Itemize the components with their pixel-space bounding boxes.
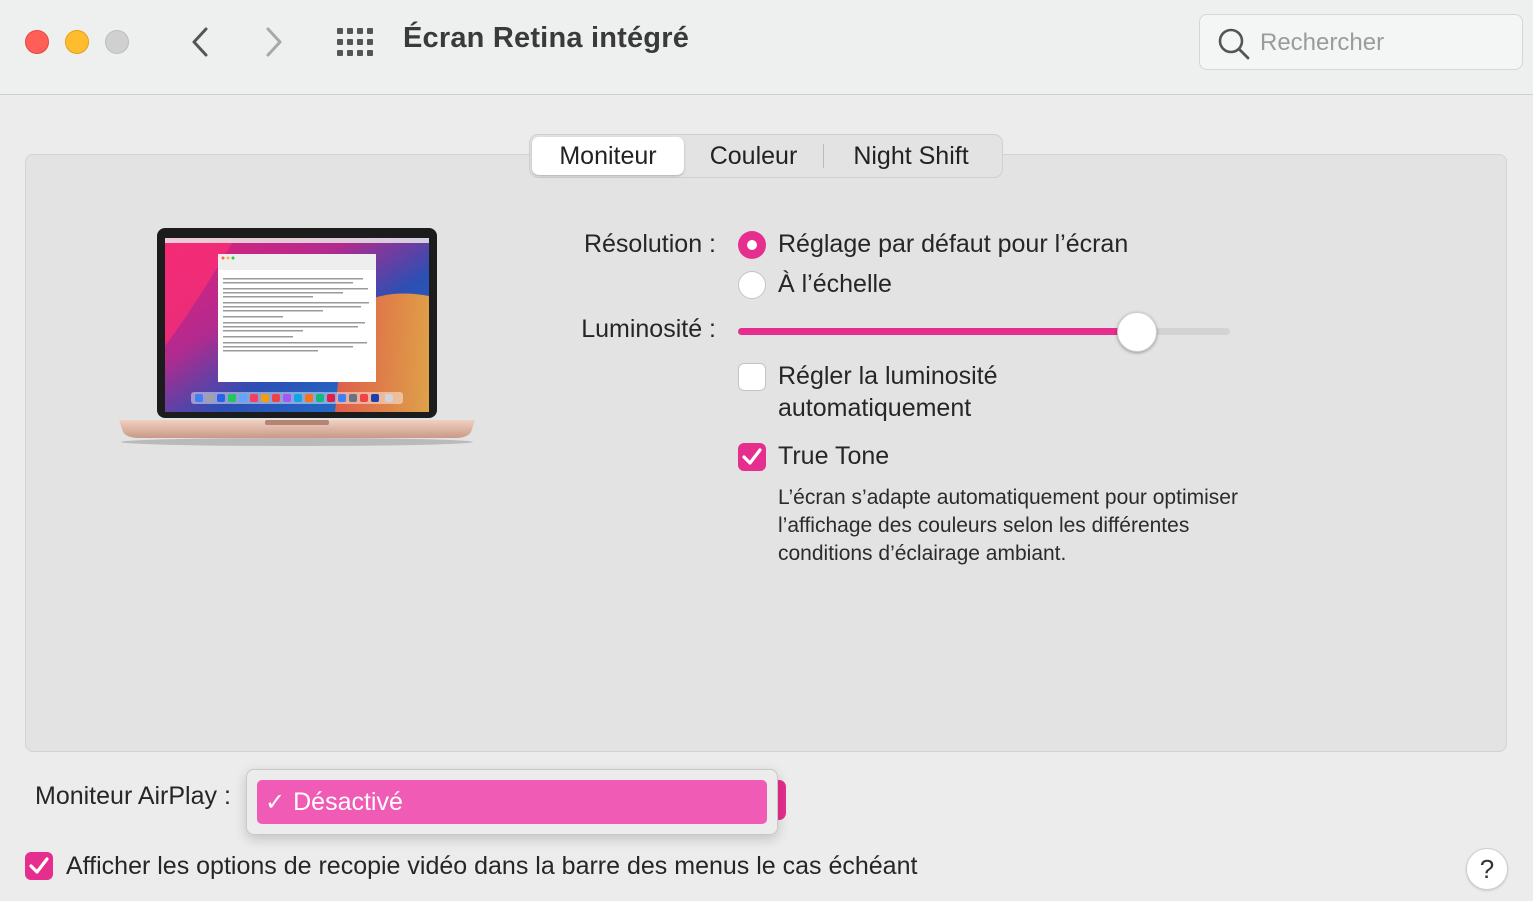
chevron-left-icon <box>192 27 208 57</box>
minimize-window-button[interactable] <box>65 30 89 54</box>
checkmark-icon <box>29 857 49 874</box>
grid-icon <box>337 28 373 56</box>
checkmark-icon <box>742 448 762 465</box>
resolution-label: Résolution : <box>583 230 716 258</box>
zoom-window-button[interactable] <box>105 30 129 54</box>
resolution-default-label[interactable]: Réglage par défaut pour l’écran <box>778 230 1128 259</box>
resolution-scaled-label[interactable]: À l’échelle <box>778 270 892 299</box>
airplay-option-label: Désactivé <box>293 787 403 816</box>
checkmark-icon: ✓ <box>265 788 286 816</box>
search-input[interactable] <box>1260 25 1510 61</box>
airplay-label: Moniteur AirPlay : <box>35 782 231 810</box>
chevron-right-icon <box>266 27 282 57</box>
tab-moniteur[interactable]: Moniteur <box>532 137 684 175</box>
close-window-button[interactable] <box>25 30 49 54</box>
forward-button[interactable] <box>254 22 294 62</box>
tab-couleur[interactable]: Couleur <box>684 137 823 175</box>
true-tone-label[interactable]: True Tone <box>778 442 889 471</box>
search-icon <box>1218 28 1250 60</box>
macbook-image <box>119 228 475 446</box>
airplay-popup-menu: ✓ Désactivé <box>246 769 778 835</box>
brightness-slider-knob[interactable] <box>1117 312 1157 352</box>
tab-night-shift[interactable]: Night Shift <box>824 137 998 175</box>
auto-brightness-label-line2[interactable]: automatiquement <box>778 394 971 423</box>
search-field[interactable] <box>1199 14 1523 70</box>
airplay-option-desactive[interactable]: ✓ Désactivé <box>257 780 767 824</box>
back-button[interactable] <box>180 22 220 62</box>
brightness-slider-fill <box>738 328 1137 335</box>
window-toolbar: Écran Retina intégré <box>0 0 1533 95</box>
help-button[interactable]: ? <box>1466 848 1508 890</box>
mirroring-options-checkbox[interactable] <box>25 852 53 880</box>
resolution-scaled-radio[interactable] <box>738 271 766 299</box>
brightness-label: Luminosité : <box>581 315 716 343</box>
window-title: Écran Retina intégré <box>403 22 690 54</box>
resolution-default-radio[interactable] <box>738 231 766 259</box>
mirroring-options-label[interactable]: Afficher les options de recopie vidéo da… <box>66 852 917 881</box>
tab-bar: Moniteur Couleur Night Shift <box>529 134 1003 178</box>
auto-brightness-label-line1[interactable]: Régler la luminosité <box>778 362 998 391</box>
true-tone-checkbox[interactable] <box>738 443 766 471</box>
show-all-button[interactable] <box>335 25 375 59</box>
true-tone-description: L’écran s’adapte automatiquement pour op… <box>778 486 1238 565</box>
auto-brightness-checkbox[interactable] <box>738 363 766 391</box>
